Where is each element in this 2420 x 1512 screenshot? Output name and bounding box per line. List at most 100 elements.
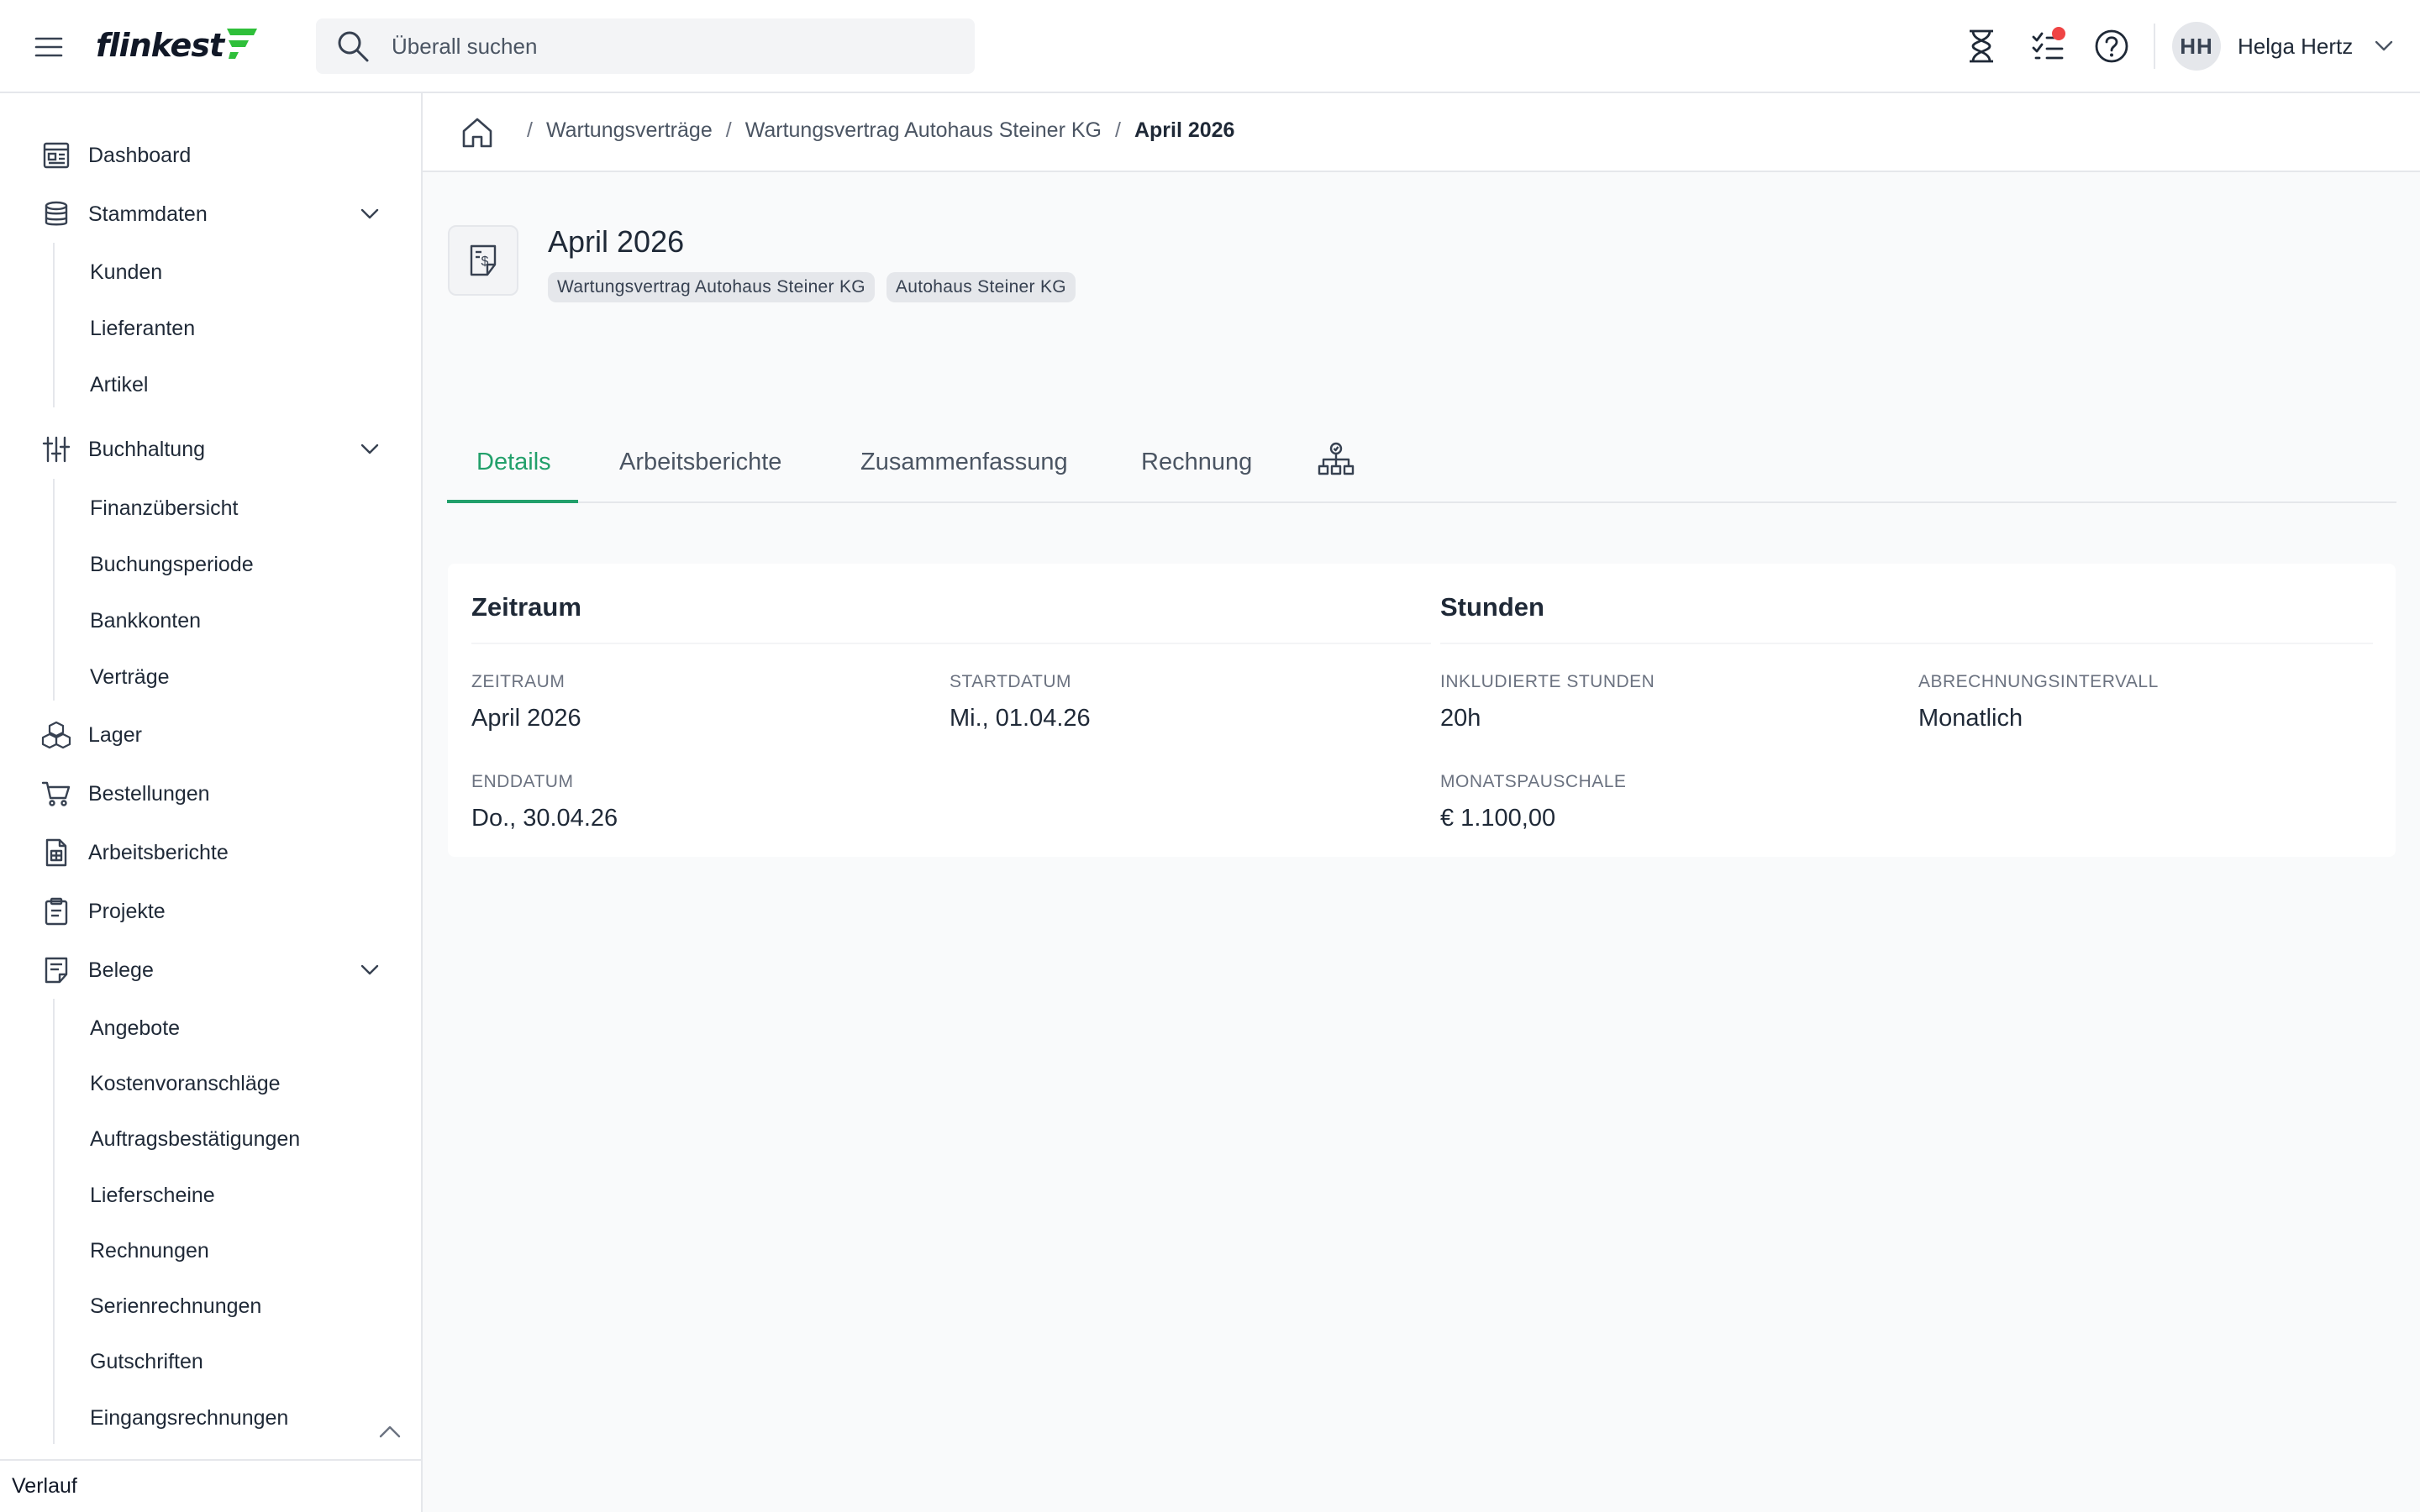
sidebar-item-belege[interactable]: Belege [0,945,421,995]
field-value-abrechnungsintervall: Monatlich [1918,705,2023,732]
section-title-stunden: Stunden [1440,592,1544,622]
tab-arbeitsberichte[interactable]: Arbeitsberichte [619,422,781,503]
avatar: HH [2172,22,2221,71]
sidebar-item-label: Projekte [88,899,166,923]
breadcrumb-trail: / Wartungsverträge / Wartungsvertrag Aut… [513,118,1234,143]
field-label-startdatum: STARTDATUM [950,672,1071,691]
tab-hierarchy[interactable] [1318,422,1355,503]
global-search[interactable] [316,18,975,74]
sidebar-subitem-finanzuebersicht[interactable]: Finanzübersicht [90,487,238,529]
sidebar-subitem-serienrechnungen[interactable]: Serienrechnungen [90,1285,261,1327]
sidebar-item-bestellungen[interactable]: Bestellungen [0,769,421,819]
tab-details[interactable]: Details [476,422,551,503]
sidebar-item-label: Lager [88,722,142,747]
sidebar-item-label: Arbeitsberichte [88,840,229,864]
sidebar-item-projekte[interactable]: Projekte [0,886,421,937]
submenu-line [53,479,55,701]
breadcrumb-separator: / [527,118,533,142]
sidebar-item-label: Dashboard [88,143,192,167]
field-label-abrechnungsintervall: ABRECHNUNGSINTERVALL [1918,672,2159,691]
field-value-startdatum: Mi., 01.04.26 [950,705,1091,732]
sidebar-item-label: Belege [88,958,154,982]
tag-contract[interactable]: Wartungsvertrag Autohaus Steiner KG [548,272,875,302]
notification-dot [2052,27,2065,40]
hourglass-icon[interactable] [1960,25,2002,67]
sidebar-subitem-rechnungen[interactable]: Rechnungen [90,1230,209,1272]
database-icon [40,198,72,230]
sidebar-subitem-lieferanten[interactable]: Lieferanten [90,307,195,349]
clipboard-icon [40,895,72,927]
top-bar: flinkest HH Helga Hertz [0,0,2420,93]
sidebar-item-arbeitsberichte[interactable]: Arbeitsberichte [0,827,421,878]
app-logo[interactable]: flinkest [96,22,259,69]
section-divider [1440,643,2373,644]
sidebar-item-dashboard[interactable]: Dashboard [0,130,421,181]
logo-text: flinkest [96,27,224,64]
sidebar-subitem-artikel[interactable]: Artikel [90,364,148,406]
field-value-enddatum: Do., 30.04.26 [471,805,618,832]
sidebar: Dashboard Stammdaten Kunden Lieferanten … [0,93,423,1512]
field-label-monatspauschale: MONATSPAUSCHALE [1440,772,1627,791]
sidebar-subitem-bankkonten[interactable]: Bankkonten [90,600,201,642]
breadcrumb-current: April 2026 [1134,118,1235,142]
sidebar-subitem-auftragsbestaetigungen[interactable]: Auftragsbestätigungen [90,1118,300,1160]
report-icon [40,837,72,869]
breadcrumb-item-wartungsvertrag[interactable]: Wartungsvertrag Autohaus Steiner KG [745,118,1102,143]
record-tags: Wartungsvertrag Autohaus Steiner KG Auto… [548,272,1076,302]
boxes-icon [40,719,72,751]
sidebar-subitem-kunden[interactable]: Kunden [90,251,162,293]
dashboard-icon [40,139,72,171]
sidebar-item-label: Bestellungen [88,781,210,806]
breadcrumb-item-wartungsvertraege[interactable]: Wartungsverträge [546,118,713,143]
sidebar-subitem-kostenvoranschlaege[interactable]: Kostenvoranschläge [90,1063,281,1105]
hierarchy-icon [1318,441,1355,485]
tab-zusammenfassung[interactable]: Zusammenfassung [860,422,1068,503]
main-content: / Wartungsverträge / Wartungsvertrag Aut… [423,93,2420,1512]
tab-bar: Details Arbeitsberichte Zusammenfassung … [447,422,2396,503]
field-value-zeitraum: April 2026 [471,705,581,732]
submenu-line [53,243,55,407]
hamburger-menu-icon[interactable] [32,30,66,64]
help-icon[interactable] [2091,25,2133,67]
sidebar-subitem-buchungsperiode[interactable]: Buchungsperiode [90,543,254,585]
user-menu[interactable]: HH Helga Hertz [2172,22,2396,71]
home-icon[interactable] [458,113,497,152]
sidebar-subitem-lieferscheine[interactable]: Lieferscheine [90,1174,215,1216]
sidebar-item-stammdaten[interactable]: Stammdaten [0,189,421,239]
search-icon [334,28,371,65]
sidebar-item-label: Buchhaltung [88,437,206,461]
sidebar-subitem-angebote[interactable]: Angebote [90,1007,180,1049]
section-divider [471,643,1431,644]
section-title-zeitraum: Zeitraum [471,592,581,622]
tab-rechnung[interactable]: Rechnung [1141,422,1252,503]
sidebar-subitem-gutschriften[interactable]: Gutschriften [90,1341,203,1383]
task-list-icon[interactable] [2027,25,2069,67]
topbar-divider [2154,24,2155,69]
field-value-monatspauschale: € 1.100,00 [1440,805,1556,832]
breadcrumb: / Wartungsverträge / Wartungsvertrag Aut… [423,93,2420,172]
receipt-icon [40,954,72,986]
breadcrumb-separator: / [1114,118,1121,142]
sidebar-item-label: Stammdaten [88,202,208,226]
sidebar-item-buchhaltung[interactable]: Buchhaltung [0,424,421,475]
submenu-line [53,999,55,1444]
logo-mark-icon [227,29,258,59]
user-name: Helga Hertz [2238,33,2354,59]
search-input[interactable] [392,33,938,60]
chevron-down-icon [356,436,383,463]
active-tab-indicator [447,500,578,503]
sidebar-subitem-vertraege[interactable]: Verträge [90,656,170,698]
sidebar-subitem-eingangsrechnungen[interactable]: Eingangsrechnungen [90,1397,288,1439]
history-panel-toggle[interactable]: Verlauf [0,1459,421,1512]
field-label-enddatum: ENDDATUM [471,772,574,791]
sidebar-item-lager[interactable]: Lager [0,710,421,760]
page-title: April 2026 [548,224,685,259]
invoice-document-icon: $ [448,225,518,296]
breadcrumb-separator: / [725,118,732,142]
chevron-up-icon[interactable] [376,1418,403,1445]
field-label-inkludierte-stunden: INKLUDIERTE STUNDEN [1440,672,1655,691]
chevron-down-icon [356,957,383,984]
cart-icon [40,778,72,810]
details-card: Zeitraum ZEITRAUM April 2026 STARTDATUM … [448,564,2396,857]
tag-customer[interactable]: Autohaus Steiner KG [886,272,1076,302]
